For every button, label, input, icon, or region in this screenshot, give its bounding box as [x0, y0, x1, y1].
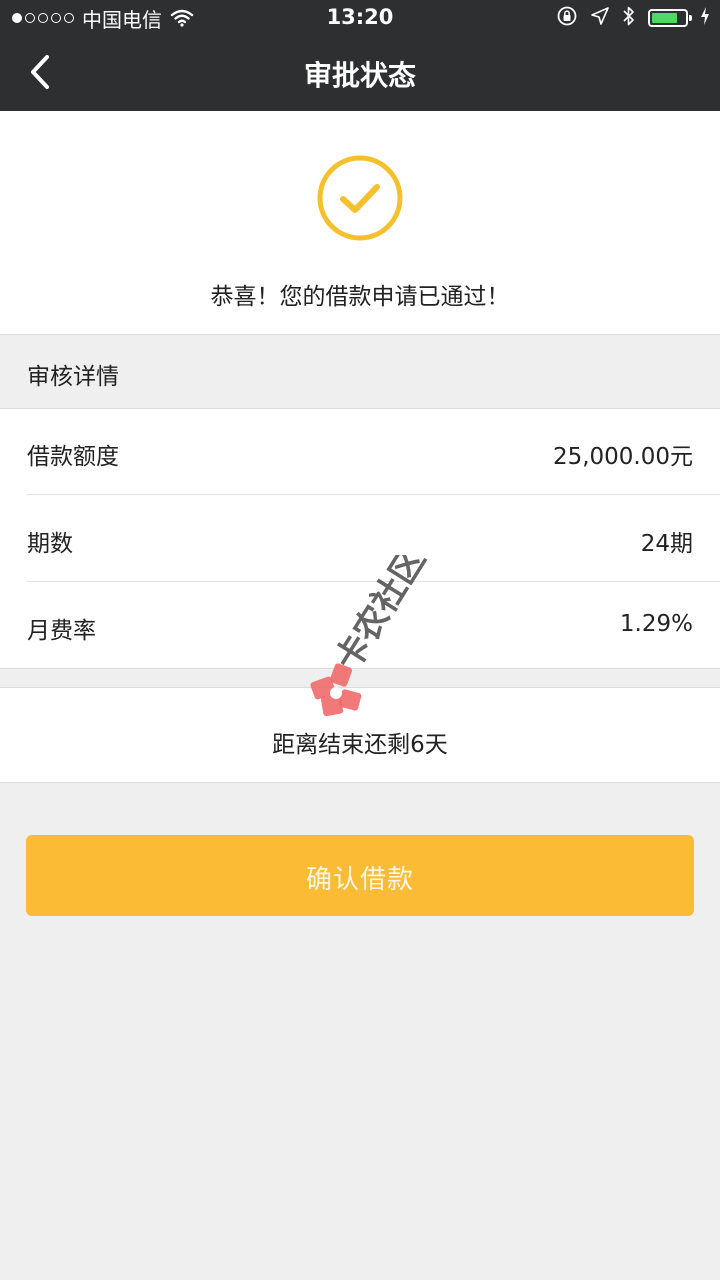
details-section-header: 审核详情 [0, 335, 720, 409]
detail-row-loan-amount: 借款额度 25,000.00元 [0, 409, 720, 495]
nav-bar: 审批状态 [0, 36, 720, 111]
charging-icon [700, 7, 710, 29]
battery-icon [648, 9, 692, 27]
confirm-loan-label: 确认借款 [305, 865, 414, 895]
details-list: 借款额度 25,000.00元 期数 24期 月费率 1.29% [0, 409, 720, 669]
detail-value: 25,000.00元 [552, 444, 693, 470]
row-divider [27, 494, 720, 495]
detail-row-monthly-rate: 月费率 1.29% [0, 583, 720, 669]
status-bar: 中国电信 13:20 [0, 0, 720, 36]
detail-value: 24期 [640, 531, 693, 557]
approval-result: 恭喜！您的借款申请已通过！ [0, 111, 720, 335]
top-bar: 中国电信 13:20 审批状态 [0, 0, 720, 111]
app-screen: 中国电信 13:20 审批状态 恭喜！您的借款申请已通过！ 审核详情 借款额度 … [0, 0, 720, 1280]
row-divider [27, 581, 720, 582]
page-title: 审批状态 [303, 59, 416, 92]
detail-value: 1.29% [619, 611, 693, 637]
location-icon [590, 6, 610, 30]
countdown-panel: 距离结束还剩6天 [0, 687, 720, 783]
detail-row-periods: 期数 24期 [0, 496, 720, 582]
detail-label: 期数 [27, 531, 73, 557]
detail-label: 借款额度 [27, 444, 119, 470]
orientation-lock-icon [556, 5, 578, 31]
detail-label: 月费率 [27, 618, 96, 644]
status-right [556, 5, 710, 31]
countdown-text: 距离结束还剩6天 [272, 732, 448, 758]
bluetooth-icon [622, 5, 636, 31]
details-header-label: 审核详情 [27, 364, 119, 390]
confirm-loan-button[interactable]: 确认借款 [26, 835, 694, 916]
success-message: 恭喜！您的借款申请已通过！ [210, 284, 510, 310]
check-circle-icon [317, 155, 403, 241]
